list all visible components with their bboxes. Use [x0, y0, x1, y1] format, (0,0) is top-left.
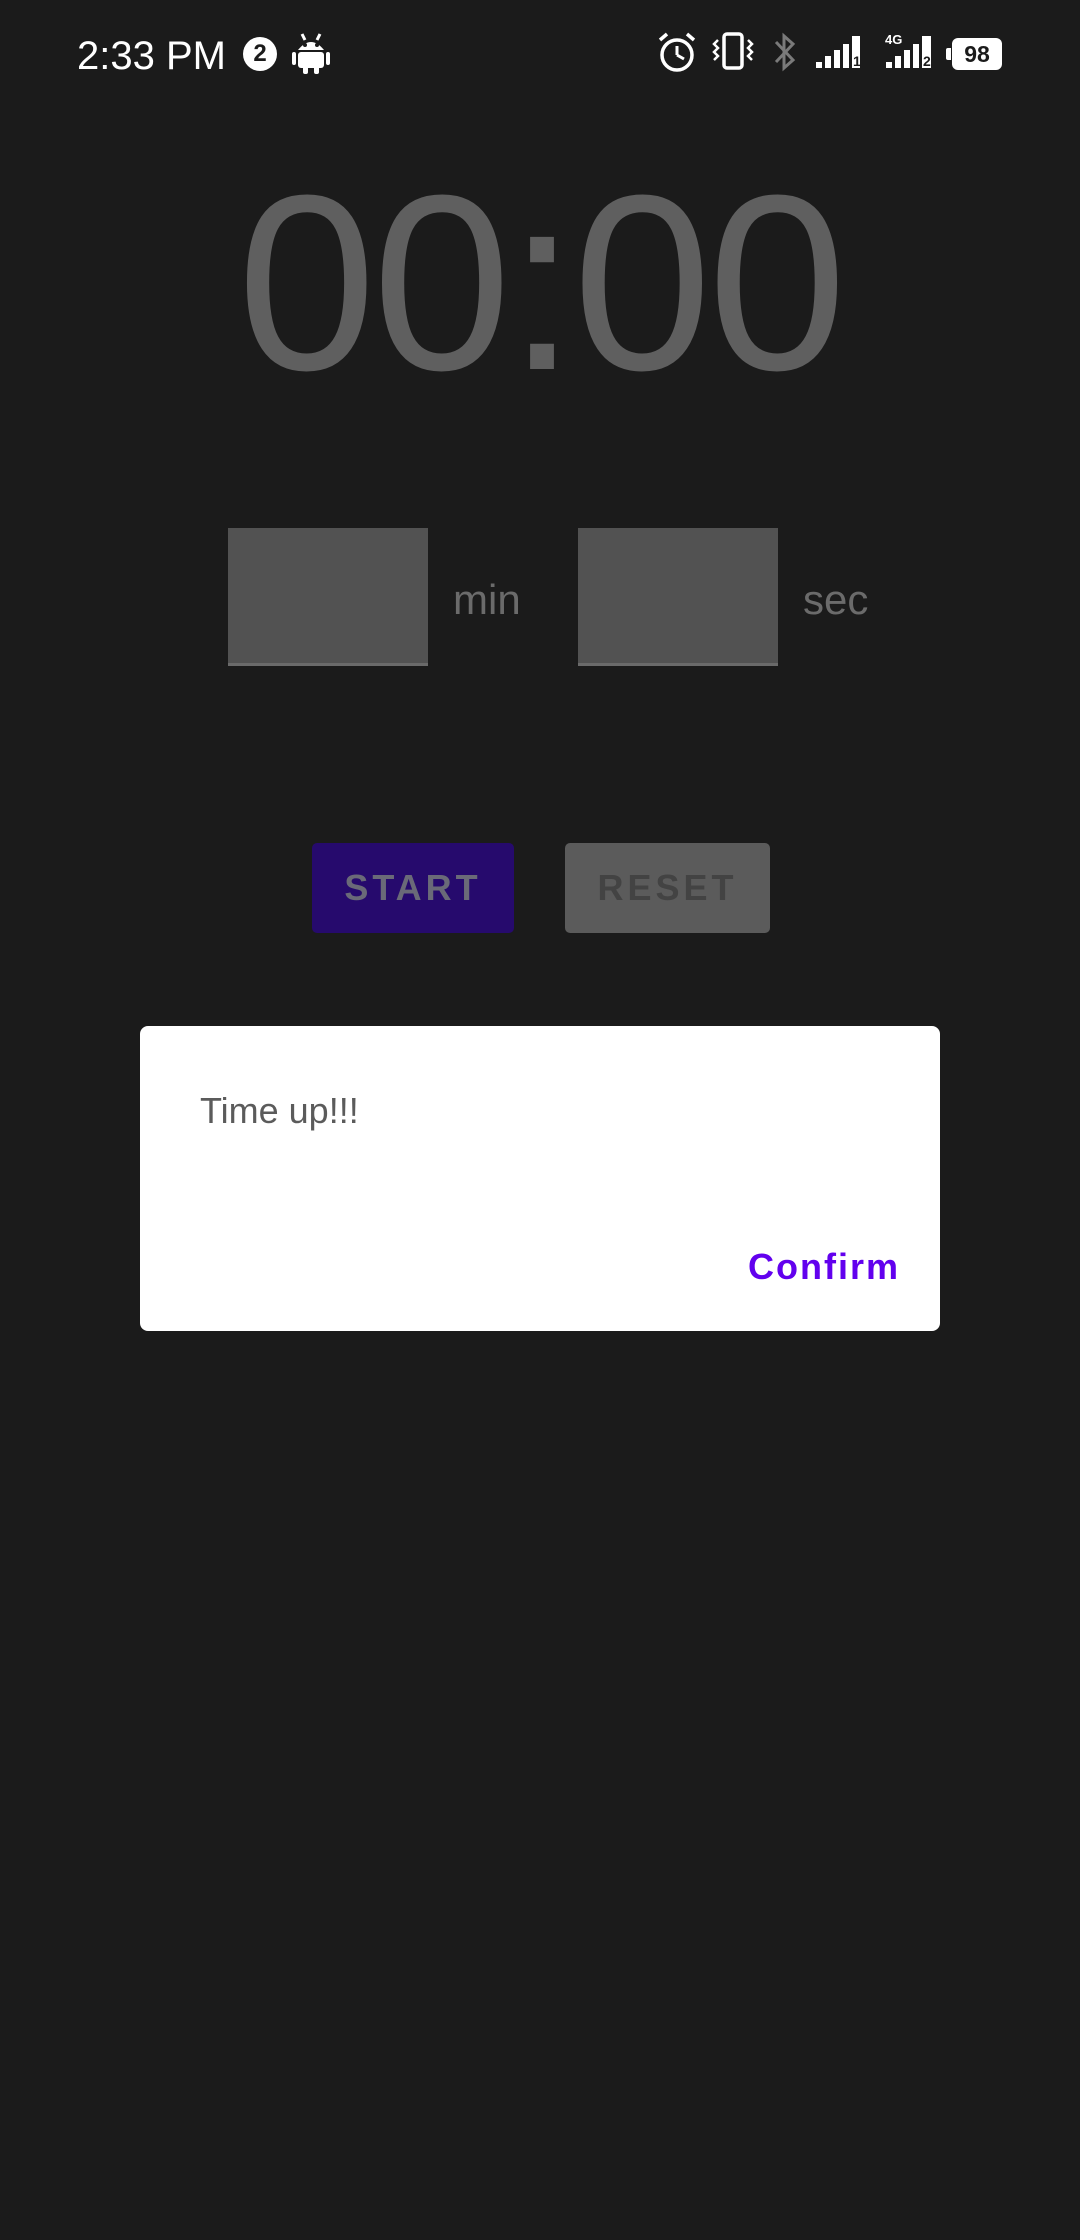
status-time: 2:33 PM [77, 34, 226, 78]
signal-4g-2-icon: 4G 2 [884, 30, 936, 79]
svg-text:2: 2 [923, 53, 931, 69]
android-icon [292, 30, 330, 79]
svg-text:4G: 4G [885, 32, 902, 47]
time-up-dialog: Time up!!! Confirm [140, 1026, 940, 1331]
seconds-input[interactable] [578, 528, 778, 666]
status-bar: 2:33 PM 2 1 4G 2 98 [0, 0, 1080, 110]
minutes-input[interactable] [228, 528, 428, 666]
bluetooth-icon [771, 30, 799, 79]
alarm-icon [657, 30, 697, 79]
timer-display: 00:00 [237, 143, 847, 422]
svg-text:1: 1 [853, 53, 861, 69]
start-button[interactable]: START [312, 843, 514, 933]
minutes-unit-label: min [453, 576, 521, 623]
battery-icon: 98 [946, 38, 1002, 70]
notification-count-badge: 2 [243, 37, 277, 71]
signal-1-icon: 1 [814, 30, 864, 79]
reset-button[interactable]: RESET [565, 843, 770, 933]
confirm-button[interactable]: Confirm [748, 1242, 900, 1292]
seconds-unit-label: sec [803, 576, 869, 623]
vibrate-icon [711, 30, 755, 79]
dialog-message: Time up!!! [200, 1090, 359, 1131]
